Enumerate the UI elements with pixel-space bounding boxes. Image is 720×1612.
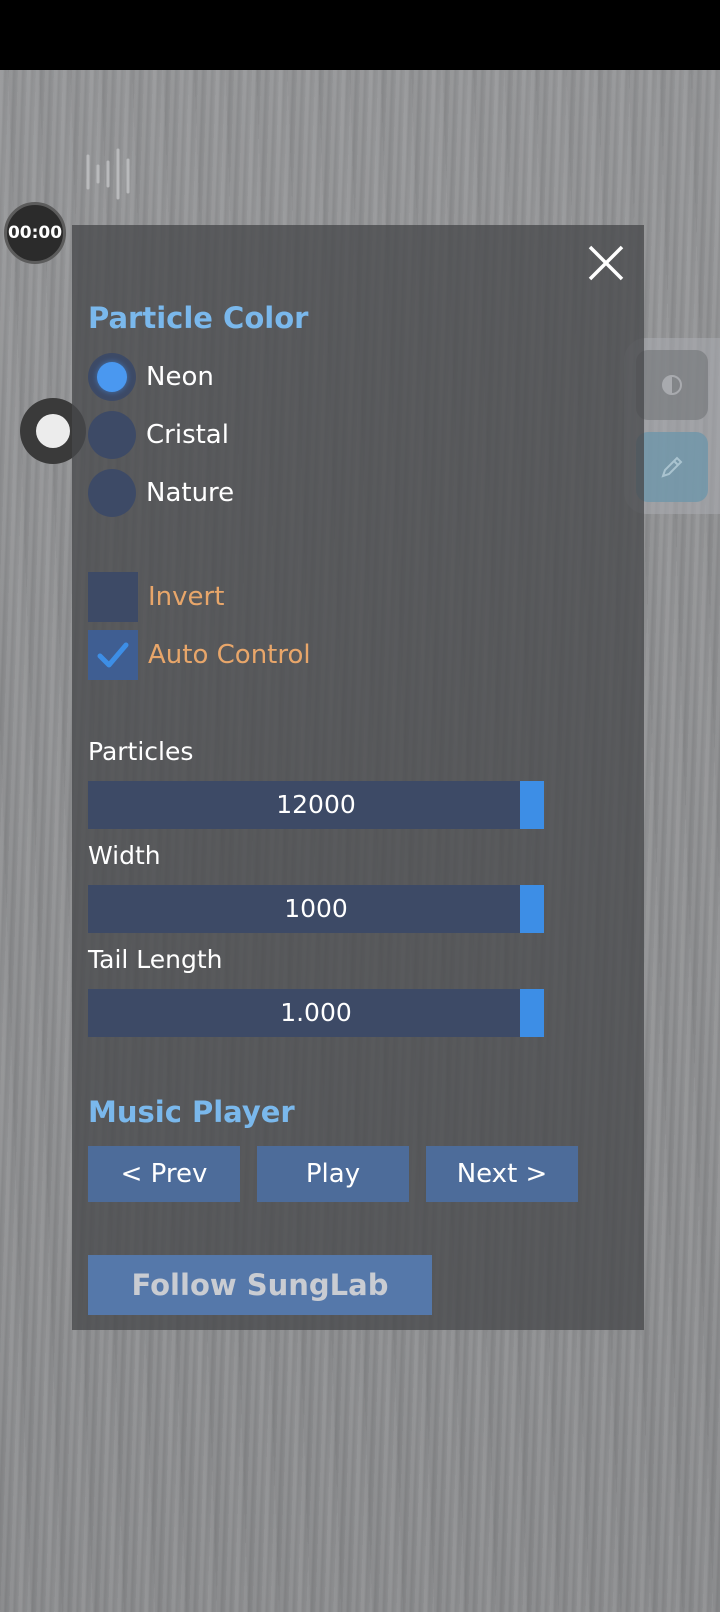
next-button[interactable]: Next > <box>426 1146 578 1202</box>
particles-value: 12000 <box>276 790 356 819</box>
particles-label: Particles <box>88 737 194 766</box>
invert-checkbox[interactable] <box>88 572 138 622</box>
status-bar <box>0 0 720 70</box>
pen-button[interactable] <box>636 432 708 502</box>
radio-label-nature: Nature <box>146 478 235 508</box>
contrast-button[interactable] <box>636 350 708 420</box>
pen-icon <box>661 456 683 478</box>
radio-cristal[interactable]: Cristal <box>88 409 229 461</box>
contrast-icon <box>662 375 682 395</box>
play-button[interactable]: Play <box>257 1146 409 1202</box>
follow-button[interactable]: Follow SungLab <box>88 1255 432 1315</box>
drag-handle-dot <box>36 414 70 448</box>
tail-length-label: Tail Length <box>88 945 223 974</box>
auto-control-label: Auto Control <box>148 640 311 670</box>
width-slider[interactable]: 1000 <box>88 885 544 933</box>
checkmark-icon <box>97 642 129 668</box>
width-slider-thumb[interactable] <box>520 885 544 933</box>
timer-text: 00:00 <box>7 223 63 243</box>
close-icon[interactable] <box>582 239 630 287</box>
auto-control-toggle[interactable]: Auto Control <box>88 629 311 681</box>
radio-button-cristal[interactable] <box>88 411 136 459</box>
particles-slider-thumb[interactable] <box>520 781 544 829</box>
radio-neon[interactable]: Neon <box>88 351 214 403</box>
radio-label-neon: Neon <box>146 362 214 392</box>
recording-timer[interactable]: 00:00 <box>4 202 66 264</box>
music-player-title: Music Player <box>88 1095 295 1129</box>
tail-length-slider-thumb[interactable] <box>520 989 544 1037</box>
particles-slider[interactable]: 12000 <box>88 781 544 829</box>
settings-panel: Particle Color Neon Cristal Nature Inver… <box>72 225 644 1330</box>
prev-button[interactable]: < Prev <box>88 1146 240 1202</box>
invert-toggle[interactable]: Invert <box>88 571 224 623</box>
invert-label: Invert <box>148 582 225 612</box>
radio-label-cristal: Cristal <box>146 420 229 450</box>
width-value: 1000 <box>284 894 348 923</box>
auto-control-checkbox[interactable] <box>88 630 138 680</box>
radio-button-nature[interactable] <box>88 469 136 517</box>
particle-color-title: Particle Color <box>88 301 309 335</box>
tail-length-slider[interactable]: 1.000 <box>88 989 544 1037</box>
radio-nature[interactable]: Nature <box>88 467 234 519</box>
radio-button-neon[interactable] <box>88 353 136 401</box>
audio-wave-icon[interactable] <box>84 148 132 200</box>
tail-length-value: 1.000 <box>280 998 352 1027</box>
width-label: Width <box>88 841 161 870</box>
